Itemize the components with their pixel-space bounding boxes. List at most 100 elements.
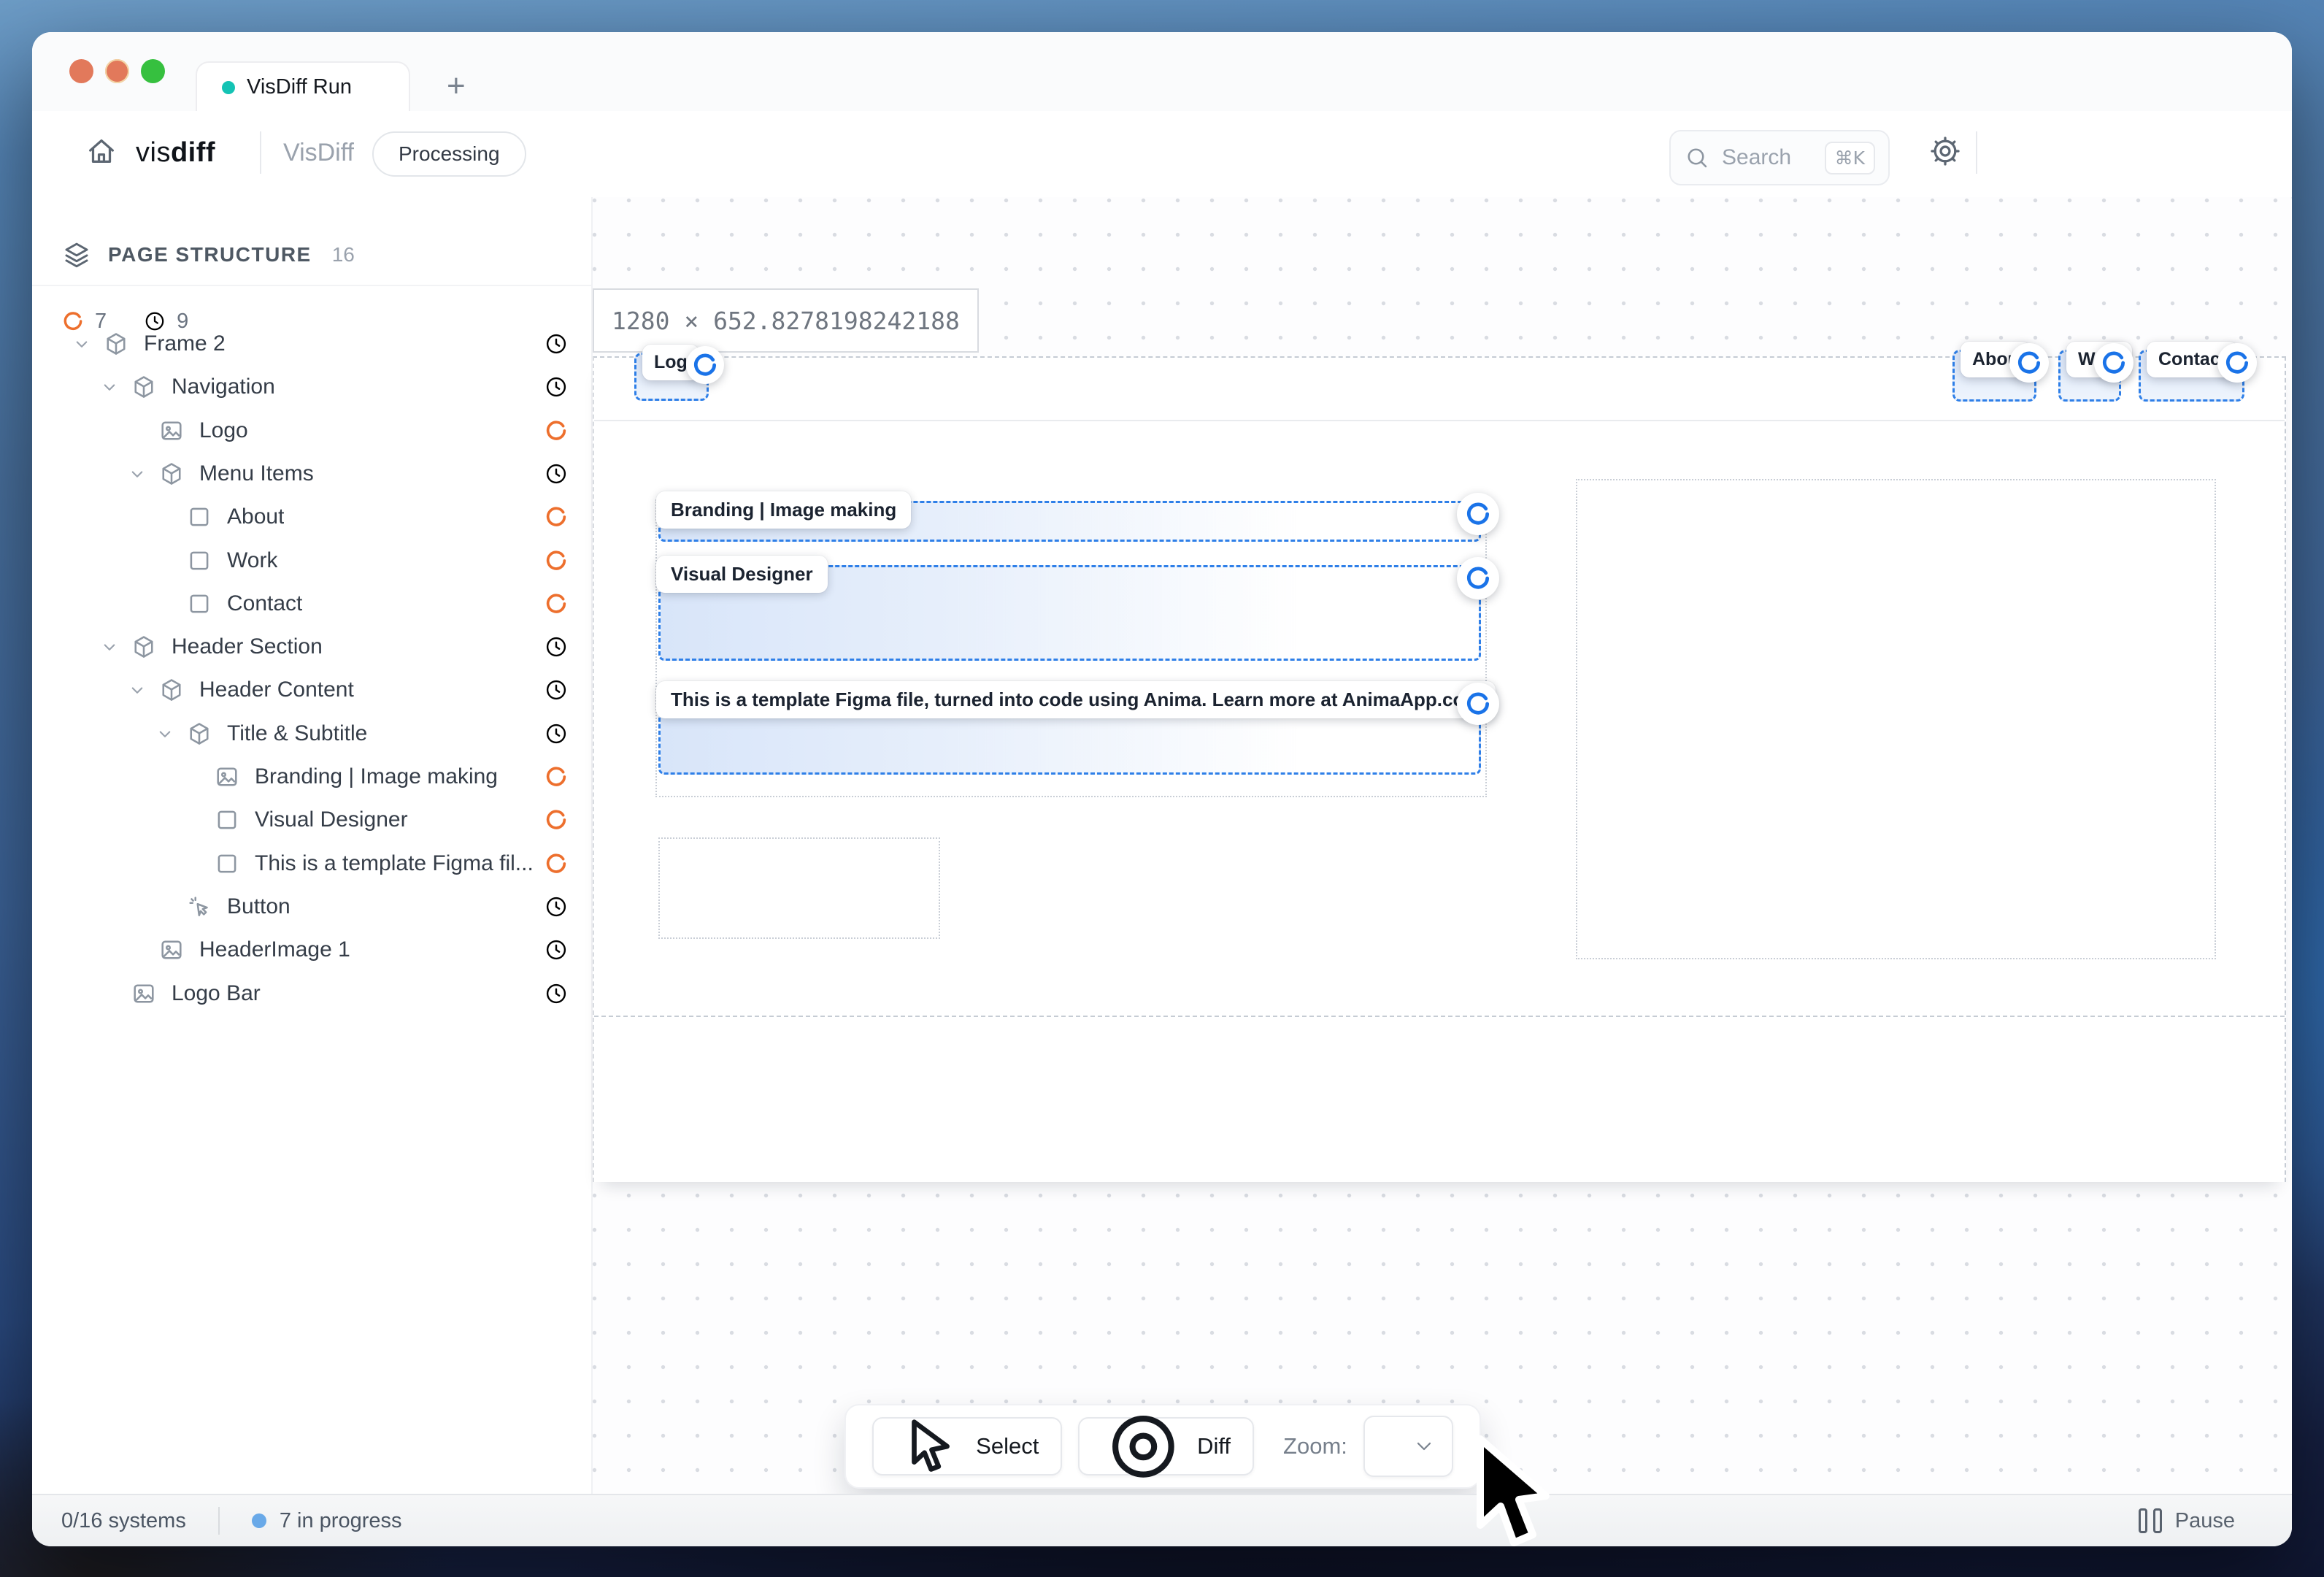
tree-item-label: Branding | Image making <box>255 764 498 789</box>
selected-title-element[interactable]: Branding | Image making <box>658 501 1481 542</box>
image-icon <box>131 981 157 1007</box>
tree-item-frame-2[interactable]: Frame 2 <box>32 323 591 364</box>
tree-item-label: Menu Items <box>199 461 314 486</box>
sidebar-title: PAGE STRUCTURE <box>108 243 312 266</box>
tree-item-button[interactable]: Button <box>32 886 591 927</box>
selected-work-element[interactable]: Work <box>2058 350 2121 402</box>
image-icon <box>158 418 185 444</box>
app-header: visdiff VisDiff Processing Search ⌘K Fre… <box>32 111 2292 199</box>
selected-logo-element[interactable]: Logo <box>634 353 709 401</box>
status-bar: 0/16 systems 7 in progress Pause <box>32 1494 2292 1546</box>
design-canvas[interactable]: 1280 × 652.8278198242188 Logo About Work… <box>593 197 2291 1496</box>
tree-item-label: Header Section <box>172 634 323 659</box>
tree-item-header-content[interactable]: Header Content <box>32 669 591 710</box>
sidebar-divider <box>32 285 591 286</box>
tree-item-branding-image-making[interactable]: Branding | Image making <box>32 756 591 797</box>
search-placeholder: Search <box>1722 145 1825 170</box>
pause-button[interactable]: Pause <box>2139 1508 2235 1533</box>
processing-spinner-icon <box>544 504 569 529</box>
image-icon <box>158 937 185 963</box>
canvas-toolbar: Select Diff Zoom: <box>844 1404 1481 1489</box>
tree-item-label: Logo <box>199 418 248 443</box>
tree-item-label: About <box>227 504 284 529</box>
tree-item-about[interactable]: About <box>32 496 591 537</box>
tree-item-label: Logo Bar <box>172 981 261 1006</box>
diff-tool-button[interactable]: Diff <box>1078 1417 1254 1476</box>
square-icon <box>186 591 212 617</box>
square-icon <box>214 807 240 833</box>
tree-item-this-is-a-template-figma-fil[interactable]: This is a template Figma fil... <box>32 843 591 884</box>
diff-eye-icon <box>1101 1405 1185 1489</box>
pending-clock-icon <box>544 678 569 702</box>
chevron-down-icon[interactable] <box>99 636 120 658</box>
new-tab-button[interactable]: + <box>447 70 466 102</box>
home-icon[interactable] <box>85 134 118 168</box>
title-block-label: Branding | Image making <box>656 491 911 529</box>
settings-gear-icon[interactable] <box>1928 134 1962 168</box>
search-icon <box>1684 145 1710 171</box>
tree-item-label: Frame 2 <box>144 331 226 356</box>
processing-spinner-icon <box>544 548 569 573</box>
pending-clock-icon <box>544 375 569 399</box>
tree-item-logo[interactable]: Logo <box>32 410 591 451</box>
cube-icon <box>158 677 185 703</box>
in-progress-count: 7 in progress <box>280 1509 402 1533</box>
traffic-light-minimize-icon[interactable] <box>105 59 129 83</box>
processing-spinner-icon <box>544 807 569 832</box>
tab-visdiff-run[interactable]: VisDiff Run <box>196 61 410 112</box>
tree-item-visual-designer[interactable]: Visual Designer <box>32 799 591 840</box>
search-input[interactable]: Search ⌘K <box>1669 130 1890 185</box>
chevron-down-icon[interactable] <box>99 376 120 398</box>
tab-strip: VisDiff Run + <box>32 32 2292 112</box>
processing-spinner-icon <box>544 851 569 876</box>
subtitle-syncing-spinner-icon <box>1457 557 1499 599</box>
cube-icon <box>186 721 212 747</box>
about-syncing-spinner-icon <box>2009 343 2049 383</box>
selected-about-element[interactable]: About <box>1952 350 2036 402</box>
zoom-select[interactable] <box>1363 1416 1453 1477</box>
breadcrumb[interactable]: VisDiff <box>283 139 354 167</box>
chevron-down-icon[interactable] <box>126 463 148 485</box>
processing-spinner-icon <box>544 591 569 616</box>
cube-icon <box>158 461 185 487</box>
traffic-light-zoom-icon[interactable] <box>141 59 165 83</box>
pending-clock-icon <box>544 937 569 962</box>
image-icon <box>214 764 240 790</box>
selected-paragraph-element[interactable]: This is a template Figma file, turned in… <box>658 691 1481 775</box>
tree-item-label: Visual Designer <box>255 807 408 832</box>
header-divider <box>260 131 261 174</box>
select-cursor-icon <box>896 1412 964 1481</box>
button-placeholder <box>658 837 940 939</box>
chevron-down-icon[interactable] <box>71 333 93 355</box>
sidebar-count: 16 <box>332 243 355 266</box>
tree-item-header-section[interactable]: Header Section <box>32 626 591 667</box>
tree-item-label: Title & Subtitle <box>227 721 367 746</box>
chevron-down-icon[interactable] <box>126 679 148 701</box>
tree-item-menu-items[interactable]: Menu Items <box>32 453 591 494</box>
zoom-label: Zoom: <box>1283 1433 1347 1459</box>
chevron-down-icon[interactable] <box>154 723 176 745</box>
tree-item-work[interactable]: Work <box>32 540 591 581</box>
processing-badge: Processing <box>372 131 526 177</box>
traffic-light-close-icon[interactable] <box>69 59 93 83</box>
tree-item-logo-bar[interactable]: Logo Bar <box>32 973 591 1014</box>
title-syncing-spinner-icon <box>1457 493 1499 535</box>
tree-item-title-subtitle[interactable]: Title & Subtitle <box>32 713 591 754</box>
square-icon <box>186 504 212 530</box>
selected-subtitle-element[interactable]: Visual Designer <box>658 565 1481 661</box>
processing-spinner-icon <box>544 418 569 443</box>
pending-clock-icon <box>544 894 569 919</box>
tree-item-navigation[interactable]: Navigation <box>32 367 591 407</box>
subtitle-block-label: Visual Designer <box>656 556 828 593</box>
tree-item-label: Contact <box>227 591 302 616</box>
tree-item-headerimage-1[interactable]: HeaderImage 1 <box>32 929 591 970</box>
design-frame[interactable]: Logo About Work Contact Branding | Image… <box>593 356 2286 1182</box>
selected-contact-element[interactable]: Contact <box>2139 350 2244 402</box>
brand-logo: visdiff <box>136 137 215 169</box>
tree-item-contact[interactable]: Contact <box>32 583 591 624</box>
cube-icon <box>131 634 157 660</box>
select-tool-button[interactable]: Select <box>872 1417 1062 1476</box>
tree-item-label: Navigation <box>172 375 275 399</box>
tree-item-label: HeaderImage 1 <box>199 937 350 962</box>
tree-item-label: This is a template Figma fil... <box>255 851 534 876</box>
